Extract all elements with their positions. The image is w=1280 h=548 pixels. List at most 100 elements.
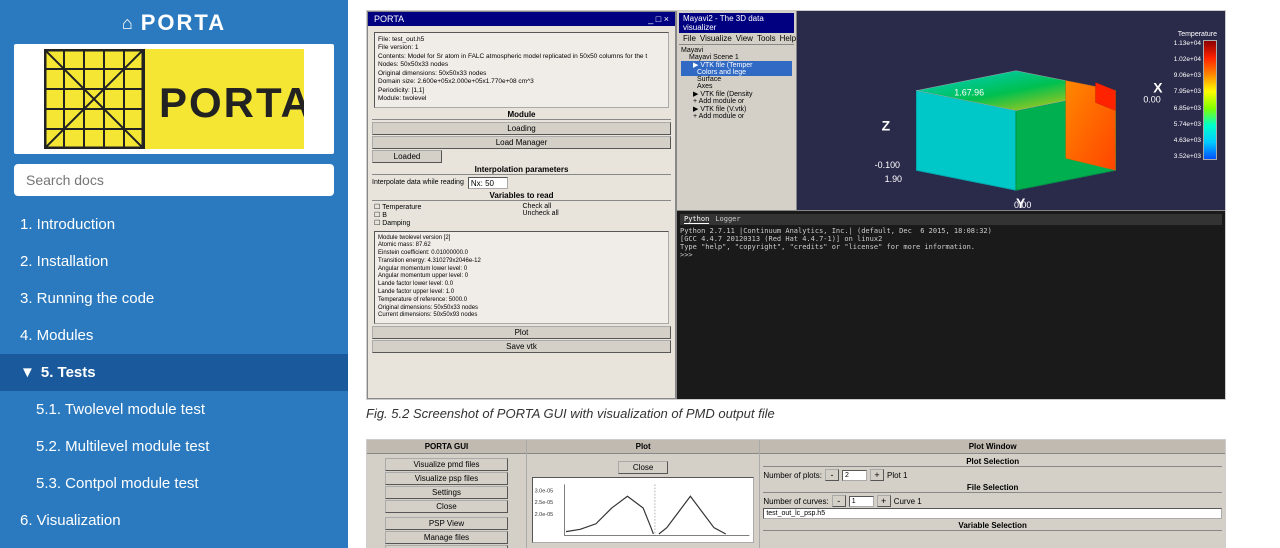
visualize-menu[interactable]: Visualize: [700, 34, 732, 43]
file-selection-label: File Selection: [763, 483, 1222, 493]
porta-gui-2: PORTA GUI Visualize pmd files Visualize …: [367, 440, 527, 548]
num-plots-minus[interactable]: -: [825, 469, 839, 481]
visualize-psp-btn[interactable]: Visualize psp files: [385, 472, 507, 485]
plot-panel-2-title: Plot: [527, 440, 759, 454]
sidebar-item-installation[interactable]: 2. Installation: [0, 243, 348, 280]
figure-1-container: PORTA _ □ × File: test_out.h5 File versi…: [366, 10, 1262, 421]
num-curves-input[interactable]: 1: [849, 496, 874, 507]
vars-checkboxes: ☐ Temperature ☐ B ☐ Damping Check all Un…: [374, 203, 669, 227]
load-manager-button[interactable]: Load Manager: [372, 136, 671, 149]
sidebar-item-twolevel[interactable]: 5.1. Twolevel module test: [0, 391, 348, 428]
plot-selection-label: Plot Selection: [763, 457, 1222, 467]
close-btn[interactable]: Close: [385, 500, 507, 513]
sidebar-item-visualization[interactable]: 6. Visualization: [0, 502, 348, 539]
logo-area: PORTA: [14, 44, 334, 154]
svg-text:0.00: 0.00: [1143, 95, 1160, 105]
settings-btn[interactable]: Settings: [385, 486, 507, 499]
console-tabs: Python Logger: [680, 214, 1222, 225]
psp-view-btn[interactable]: PSP View: [385, 517, 507, 530]
colors-and-legends[interactable]: Colors and lege: [681, 69, 792, 76]
save-vtk-row: Save vtk: [372, 340, 671, 353]
num-curves-minus[interactable]: -: [832, 495, 846, 507]
plot-panel-2-content: Close 3.0e-05 2.5e-05 2.0e-05: [527, 454, 759, 548]
num-plots-input[interactable]: 2: [842, 470, 867, 481]
axes[interactable]: Axes: [681, 83, 792, 90]
vars-label: Variables to read: [372, 191, 671, 201]
mayavi-menubar: File Visualize View Tools Help: [679, 33, 794, 45]
plot-area: 3.0e-05 2.5e-05 2.0e-05: [532, 477, 754, 543]
close-plot-btn[interactable]: Close: [618, 461, 668, 474]
sidebar-item-tests[interactable]: ▼ 5. Tests: [0, 354, 348, 391]
mayavi-tree: Mayavi2 - The 3D data visualizer File Vi…: [677, 11, 797, 210]
nx-input[interactable]: Nx: 50: [468, 177, 508, 189]
mayavi-scene[interactable]: Mayavi Scene 1: [681, 54, 792, 61]
file-menu[interactable]: File: [683, 34, 696, 43]
svg-text:1.90: 1.90: [885, 174, 902, 184]
visualize-pmd-btn[interactable]: Visualize pmd files: [385, 458, 507, 471]
add-module[interactable]: + Add module or: [681, 98, 792, 105]
plot-window-panel: Plot Window Plot Selection Number of plo…: [760, 440, 1225, 548]
mayavi-label: Mayavi: [681, 47, 792, 54]
svg-text:1.67.96: 1.67.96: [954, 88, 984, 98]
num-curves-label: Number of curves:: [763, 497, 828, 506]
loaded-button[interactable]: Loaded: [372, 150, 442, 163]
sidebar: ⌂ PORTA PORTA 1: [0, 0, 348, 548]
temp-check[interactable]: ☐ Temperature: [374, 203, 521, 211]
gui-file-info: File: test_out.h5 File version: 1 Conten…: [374, 32, 669, 108]
manage-files-btn[interactable]: Manage files: [385, 531, 507, 544]
python-console: Python Logger Python 2.7.11 |Continuum A…: [677, 211, 1225, 399]
interp-label: Interpolation parameters: [372, 165, 671, 175]
porta-gui-controls: _ □ ×: [648, 14, 669, 24]
colorbar-values: 1.13e+04 1.02e+04 9.06e+03 7.95e+03 6.85…: [1174, 40, 1201, 160]
vtk-file[interactable]: ▶ VTK file (Temper: [681, 61, 792, 69]
plot1-label: Plot 1: [887, 471, 907, 480]
figure-1-caption: Fig. 5.2 Screenshot of PORTA GUI with vi…: [366, 406, 1262, 421]
damping-check[interactable]: ☐ Damping: [374, 219, 521, 227]
python-tab[interactable]: Python: [684, 215, 709, 224]
b-check[interactable]: ☐ B: [374, 211, 521, 219]
colorbar: Temperature 1.13e+04 1.02e+04 9.06e+03 7…: [1187, 31, 1217, 231]
file-row: test_out_lc_psp.h5: [763, 508, 1222, 519]
nav-list: 1. Introduction 2. Installation 3. Runni…: [0, 206, 348, 548]
save-vtk-button[interactable]: Save vtk: [372, 340, 671, 353]
site-title: PORTA: [141, 10, 226, 36]
sidebar-item-introduction[interactable]: 1. Introduction: [0, 206, 348, 243]
uncheck-all[interactable]: Uncheck all: [523, 210, 670, 217]
search-input[interactable]: [14, 164, 334, 196]
svg-text:Z: Z: [882, 117, 891, 133]
num-plots-row: Number of plots: - 2 + Plot 1: [763, 469, 1222, 481]
variable-selection-label: Variable Selection: [763, 521, 1222, 531]
surface[interactable]: Surface: [681, 76, 792, 83]
check-all[interactable]: Check all: [523, 203, 670, 210]
nx-label: Interpolate data while reading: [372, 179, 464, 186]
file-input[interactable]: test_out_lc_psp.h5: [763, 508, 1222, 519]
plot-button[interactable]: Plot: [372, 326, 671, 339]
close-plot-btn-row: Close: [530, 457, 756, 475]
mayavi-titlebar: Mayavi2 - The 3D data visualizer: [679, 13, 794, 33]
plot-svg: 3.0e-05 2.5e-05 2.0e-05: [533, 478, 753, 542]
loaded-row: Loaded: [372, 150, 671, 163]
svg-text:2.5e-05: 2.5e-05: [535, 500, 554, 506]
tools-menu[interactable]: Tools: [757, 34, 776, 43]
logger-tab[interactable]: Logger: [715, 215, 740, 224]
add-module-2[interactable]: + Add module or: [681, 113, 792, 120]
sidebar-item-multilevel[interactable]: 5.2. Multilevel module test: [0, 428, 348, 465]
num-plots-plus[interactable]: +: [870, 469, 884, 481]
plot-row: Plot: [372, 326, 671, 339]
loading-button[interactable]: Loading: [372, 122, 671, 135]
view-menu[interactable]: View: [736, 34, 753, 43]
porta-gui-titlebar: PORTA _ □ ×: [368, 12, 675, 26]
colorbar-title: Temperature: [1178, 31, 1217, 38]
vtk-density[interactable]: ▶ VTK file (Density: [681, 90, 792, 98]
sidebar-item-modules[interactable]: 4. Modules: [0, 317, 348, 354]
svg-text:-0.100: -0.100: [875, 160, 900, 170]
num-plots-label: Number of plots:: [763, 471, 822, 480]
help-menu[interactable]: Help: [780, 34, 796, 43]
vtk-vtk[interactable]: ▶ VTK file (V.vtk): [681, 105, 792, 113]
mayavi-split: Mayavi2 - The 3D data visualizer File Vi…: [677, 11, 1225, 211]
colorbar-gradient: [1203, 40, 1217, 160]
sidebar-item-contpol[interactable]: 5.3. Contpol module test: [0, 465, 348, 502]
mayavi-panel: Mayavi2 - The 3D data visualizer File Vi…: [677, 11, 1225, 399]
num-curves-plus[interactable]: +: [877, 495, 891, 507]
sidebar-item-running[interactable]: 3. Running the code: [0, 280, 348, 317]
